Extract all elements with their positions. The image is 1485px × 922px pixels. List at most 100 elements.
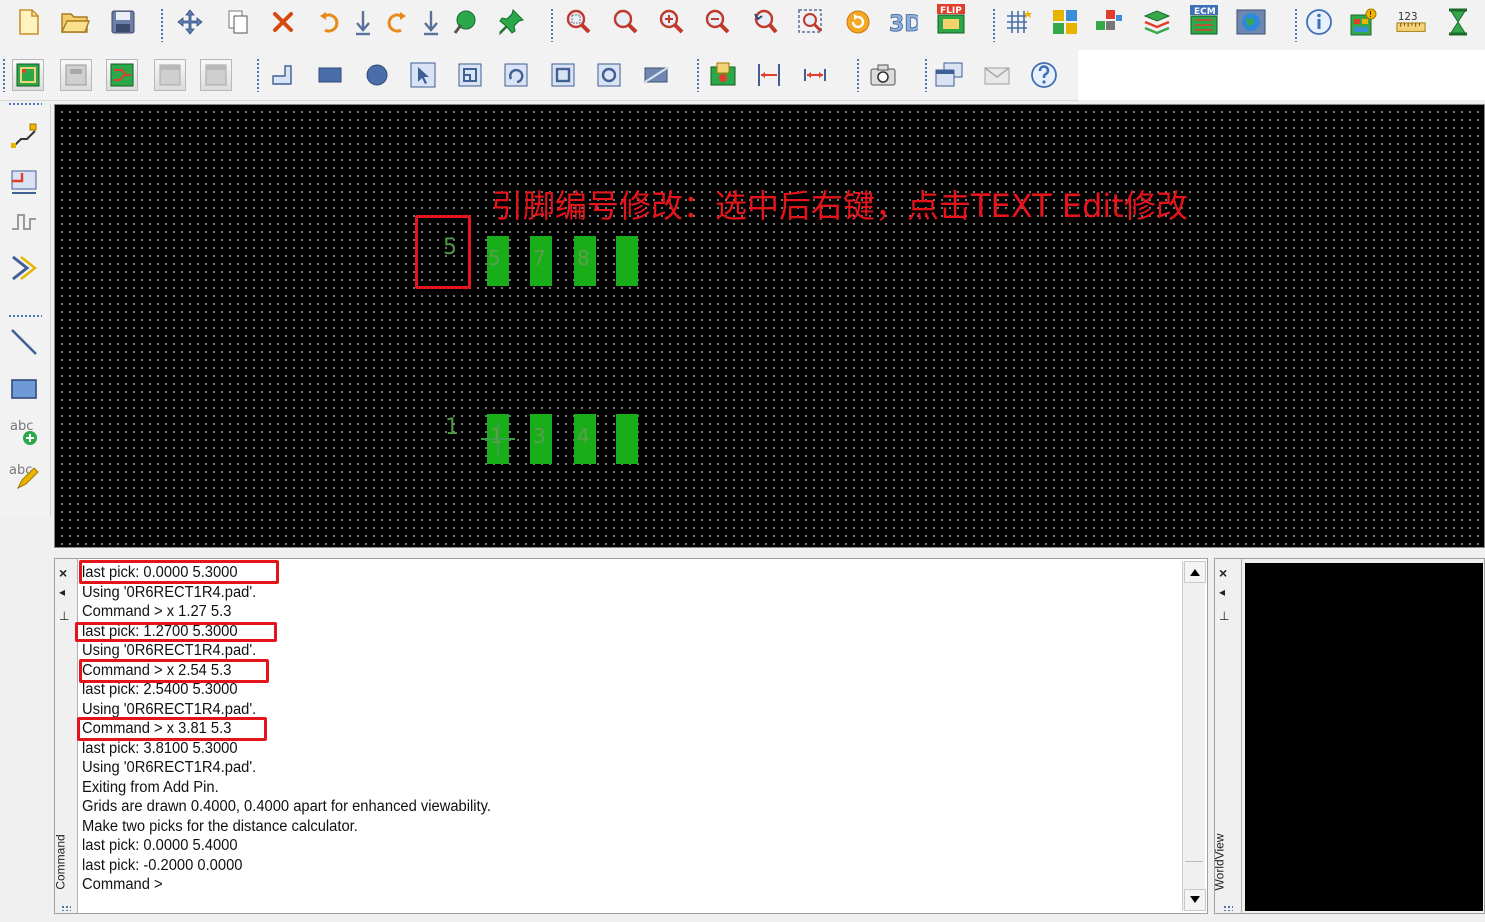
pin-number-bottom[interactable]: 1 [445, 415, 459, 440]
pad-icon[interactable] [708, 60, 738, 90]
delete-x-icon[interactable] [268, 7, 298, 37]
undo-icon[interactable] [314, 7, 344, 37]
command-arrow-icon[interactable]: ◂ [59, 585, 65, 599]
color-icon[interactable] [450, 7, 480, 37]
layout-icon[interactable] [1050, 7, 1080, 37]
log-line: last pick: 2.5400 5.3000 [82, 681, 238, 698]
disabled-a-icon[interactable] [154, 59, 186, 91]
add-text-icon[interactable]: abc [8, 416, 40, 448]
measure-label: 123 [1398, 11, 1418, 23]
pad-label: 3 [533, 424, 546, 448]
move-icon[interactable] [175, 7, 205, 37]
zoom-in-icon[interactable] [656, 7, 686, 37]
toolbar-grip[interactable] [160, 8, 164, 42]
save-disk-icon[interactable] [108, 7, 138, 37]
route-icon[interactable] [106, 59, 138, 91]
pad[interactable]: 8 [574, 236, 596, 286]
zoom-area-icon[interactable] [563, 7, 593, 37]
add-line-icon[interactable] [8, 326, 40, 358]
shape-a-icon[interactable] [455, 60, 485, 90]
pad[interactable]: 5 [487, 236, 509, 286]
disabled-b-icon[interactable] [200, 59, 232, 91]
ecm-icon[interactable]: ECM [1189, 5, 1219, 35]
toolbar-grip[interactable] [1294, 8, 1298, 42]
corner-line-icon[interactable] [268, 60, 298, 90]
toolbar-grip[interactable] [550, 8, 554, 42]
worldview-canvas[interactable] [1245, 563, 1483, 911]
3d-view-icon[interactable]: 3D [888, 7, 918, 37]
design-canvas[interactable]: 引脚编号修改：选中后右键，点击TEXT Edit修改 5 5 7 8 1 1 3… [54, 104, 1485, 548]
world-icon[interactable] [1236, 7, 1266, 37]
command-close-icon[interactable]: × [59, 565, 67, 581]
grid-icon[interactable] [1003, 7, 1033, 37]
pane-grip[interactable] [1223, 905, 1233, 911]
new-file-icon[interactable] [14, 7, 44, 37]
measure-icon[interactable]: 123 [1396, 7, 1426, 37]
undo-all-icon[interactable] [348, 7, 378, 37]
mail-icon[interactable] [982, 60, 1012, 90]
edit-text-icon[interactable]: abc [8, 460, 40, 492]
worldview-arrow-icon[interactable]: ◂ [1219, 585, 1225, 599]
dimension-b-icon[interactable] [800, 60, 830, 90]
select-arrow-icon[interactable] [408, 60, 438, 90]
copy-icon[interactable] [223, 7, 253, 37]
dimension-a-icon[interactable] [754, 60, 784, 90]
help-icon[interactable] [1029, 60, 1059, 90]
place-disabled-icon[interactable] [60, 59, 92, 91]
push-icon[interactable] [8, 252, 40, 284]
worldview-pin-icon[interactable]: ⊥ [1219, 609, 1229, 623]
pin-icon[interactable] [496, 7, 526, 37]
shape-c-icon[interactable] [548, 60, 578, 90]
pad[interactable] [616, 236, 638, 286]
zoom-out-icon[interactable] [702, 7, 732, 37]
toolbar-grip[interactable] [924, 58, 928, 92]
shape-b-icon[interactable] [501, 60, 531, 90]
hourglass-icon[interactable] [1443, 7, 1473, 37]
toolbar-grip[interactable] [992, 8, 996, 42]
pad[interactable]: 3 [530, 414, 552, 464]
zoom-center-icon[interactable] [796, 7, 826, 37]
window-icon[interactable] [934, 60, 964, 90]
toolbar-grip[interactable] [696, 58, 700, 92]
redo-icon[interactable] [382, 7, 412, 37]
pad[interactable] [616, 414, 638, 464]
log-line: Command > x 1.27 5.3 [82, 603, 232, 620]
layers-icon[interactable] [1142, 7, 1172, 37]
palette-grip[interactable] [8, 314, 42, 318]
pad[interactable]: 7 [530, 236, 552, 286]
fanout-icon[interactable] [1094, 7, 1124, 37]
pane-grip[interactable] [61, 905, 71, 911]
circle-icon[interactable] [362, 60, 392, 90]
command-log[interactable]: last pick: 0.0000 5.3000 Using '0R6RECT1R… [82, 563, 1177, 903]
shape-e-icon[interactable] [641, 60, 671, 90]
command-title: Command [53, 834, 68, 890]
flip-icon[interactable]: FLIP [936, 4, 966, 34]
add-rect-icon[interactable] [8, 372, 40, 404]
rectangle-icon[interactable] [315, 60, 345, 90]
pad[interactable]: 1 [481, 414, 515, 464]
redraw-icon[interactable] [843, 7, 873, 37]
pin-number-top[interactable]: 5 [443, 235, 457, 260]
info-icon[interactable] [1304, 7, 1334, 37]
zoom-fit-icon[interactable] [610, 7, 640, 37]
command-scrollbar[interactable] [1182, 561, 1206, 911]
zoom-previous-icon[interactable] [750, 7, 780, 37]
scroll-up-icon[interactable] [1184, 561, 1206, 583]
add-connect-icon[interactable] [8, 120, 40, 152]
toolbar-grip[interactable] [2, 58, 6, 92]
slide-icon[interactable] [8, 208, 40, 240]
camera-icon[interactable] [868, 60, 898, 90]
board-icon[interactable] [12, 59, 44, 91]
edit-pin-icon[interactable] [8, 164, 40, 196]
toolbar-grip[interactable] [256, 58, 260, 92]
toolbar-grip[interactable] [856, 58, 860, 92]
redo-all-icon[interactable] [416, 7, 446, 37]
property-icon[interactable]: ! [1348, 7, 1378, 37]
shape-d-icon[interactable] [594, 60, 624, 90]
scroll-down-icon[interactable] [1184, 889, 1206, 911]
command-pin-icon[interactable]: ⊥ [59, 609, 69, 623]
palette-grip[interactable] [8, 102, 42, 106]
open-folder-icon[interactable] [60, 7, 90, 37]
worldview-close-icon[interactable]: × [1219, 565, 1227, 581]
pad[interactable]: 4 [574, 414, 596, 464]
